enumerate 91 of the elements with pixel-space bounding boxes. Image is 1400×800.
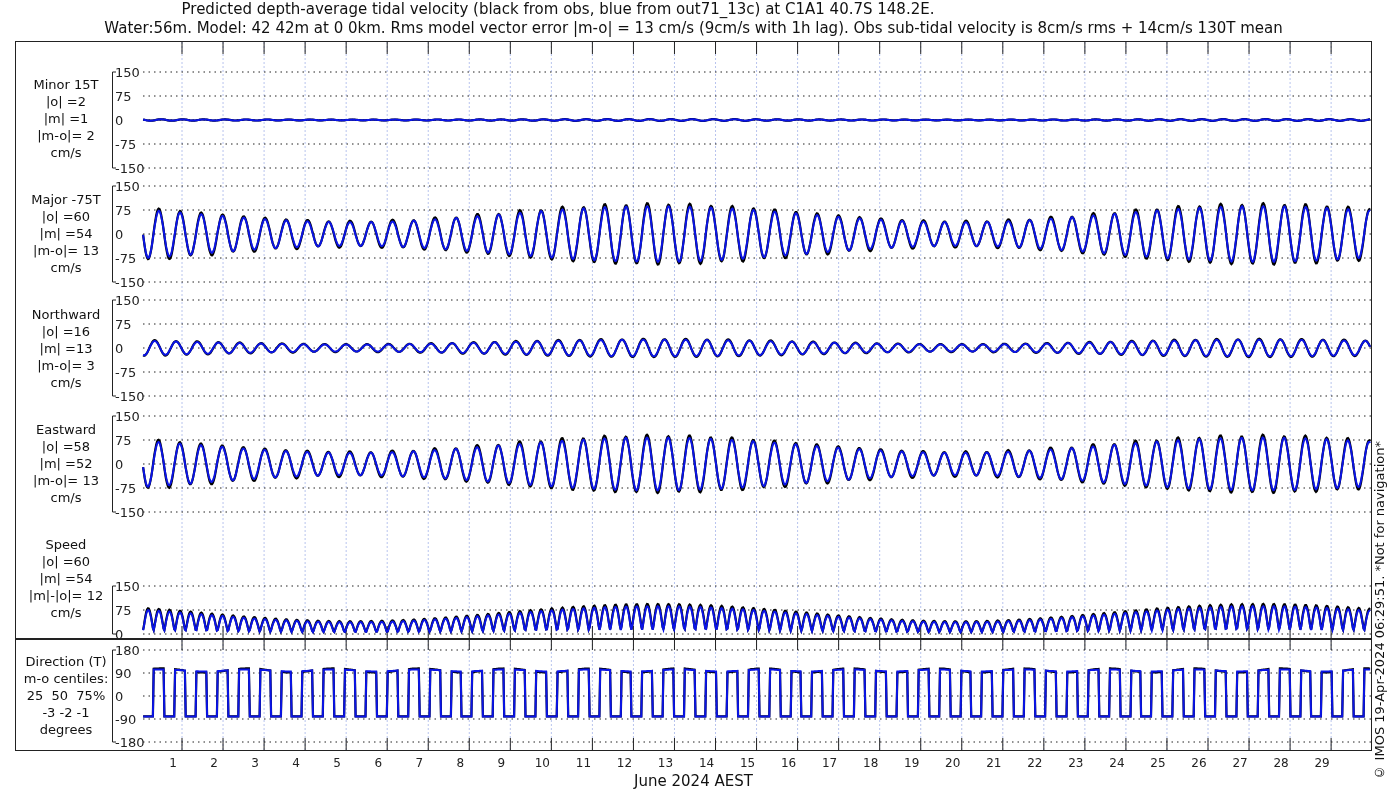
- x-tick-label: 2: [210, 756, 218, 770]
- panel-label: |o| =60: [41, 208, 91, 225]
- panel-label: |m|-|o|= 12: [28, 587, 104, 604]
- y-tick-label: 180: [115, 643, 140, 658]
- y-tick-label: 0: [115, 113, 124, 128]
- y-tick-label: 75: [115, 203, 132, 218]
- x-tick-label: 12: [616, 756, 633, 770]
- x-tick-label: 1: [169, 756, 177, 770]
- x-tick-label: 7: [415, 756, 424, 770]
- y-tick-label: -150: [115, 505, 145, 520]
- x-tick-label: 4: [292, 756, 300, 770]
- panel-label: |m-o|= 2: [37, 127, 95, 144]
- panel-label: |m| =1: [43, 110, 89, 127]
- panel-label: |m-o|= 13: [33, 242, 99, 259]
- panel-label: |o| =60: [41, 553, 91, 570]
- y-tick-label: 150: [115, 579, 140, 594]
- panel-label: 25 50 75%: [26, 686, 106, 704]
- x-tick-label: 8: [456, 756, 465, 770]
- y-tick-label: 0: [115, 457, 124, 472]
- y-tick-label: -75: [115, 251, 137, 266]
- y-axis: [112, 585, 117, 635]
- y-tick-label: -180: [115, 735, 145, 750]
- panel-label: |m| =54: [39, 225, 93, 242]
- panel-label: |o| =58: [41, 438, 91, 455]
- panel-label: cm/s: [50, 374, 82, 391]
- x-tick-label: 9: [497, 756, 506, 770]
- x-tick-label: 25: [1150, 756, 1166, 770]
- chart-title: Predicted depth-average tidal velocity (black from obs, blue from out71_13c) at C1A1 40.7S 148.2E.: [180, 0, 936, 19]
- panel-label: |o| =16: [41, 323, 91, 340]
- x-tick-label: 19: [904, 756, 920, 770]
- y-tick-label: 150: [115, 179, 140, 194]
- y-tick-label: 0: [115, 227, 124, 242]
- x-tick-label: 14: [698, 756, 715, 770]
- panel-label: |m| =13: [39, 340, 93, 357]
- panel-label: |m| =52: [39, 455, 93, 472]
- x-tick-label: 29: [1314, 756, 1330, 770]
- copyright-note: © IMOS 19-Apr-2024 06:29:51. *Not for navigation*: [1372, 441, 1388, 780]
- y-tick-label: 150: [115, 293, 140, 308]
- x-tick-label: 10: [534, 756, 550, 770]
- panel-label: Eastward: [36, 421, 96, 438]
- x-tick-label: 5: [333, 756, 341, 770]
- x-tick-label: 28: [1273, 756, 1289, 770]
- x-tick-label: 15: [739, 756, 756, 770]
- y-tick-label: 150: [115, 65, 140, 80]
- y-tick-label: -150: [115, 275, 145, 290]
- x-tick-label: 22: [1027, 756, 1043, 770]
- y-tick-label: 0: [115, 689, 124, 704]
- y-tick-label: 0: [115, 341, 124, 356]
- y-tick-label: -90: [115, 712, 137, 727]
- panel-label: cm/s: [50, 489, 82, 506]
- panel-label: |m| =54: [39, 570, 93, 587]
- x-tick-label: 6: [374, 756, 382, 770]
- y-tick-label: -150: [115, 389, 145, 404]
- y-tick-label: 75: [115, 89, 132, 104]
- x-tick-label: 26: [1191, 756, 1207, 770]
- y-tick-label: 75: [115, 433, 132, 448]
- y-tick-label: 150: [115, 409, 140, 424]
- panel-label: Minor 15T: [33, 76, 99, 93]
- x-tick-label: 13: [657, 756, 674, 770]
- y-tick-label: -75: [115, 137, 137, 152]
- x-tick-label: 24: [1109, 756, 1125, 770]
- x-tick-label: 17: [822, 756, 838, 770]
- x-tick-label: 16: [780, 756, 797, 770]
- panel-label: Northward: [31, 306, 101, 323]
- panel-label: Major -75T: [31, 191, 101, 208]
- y-tick-label: 90: [115, 666, 132, 681]
- panel-label: degrees: [39, 720, 93, 738]
- panel-label: cm/s: [50, 144, 82, 161]
- chart-title: Water:56m. Model: 42 42m at 0 0km. Rms model vector error |m-o| = 13 cm/s (9cm/s with 1h lag). Obs sub-tidal velocity is 8cm/s rms + 14cm/s 130T mean: [103, 19, 1284, 38]
- x-tick-label: 18: [863, 756, 879, 770]
- x-tick-label: 27: [1232, 756, 1248, 770]
- x-tick-label: 23: [1068, 756, 1084, 770]
- x-axis-label: June 2024 AEST: [632, 773, 754, 789]
- panel-label: cm/s: [50, 604, 82, 621]
- panel-label: -3 -2 -1: [42, 703, 90, 721]
- panel-label: cm/s: [50, 259, 82, 276]
- panel-label: Direction (T): [25, 652, 107, 670]
- y-tick-label: 75: [115, 317, 132, 332]
- panel-label: Speed: [45, 536, 87, 553]
- panel-label: |o| =2: [46, 93, 86, 110]
- x-tick-label: 11: [575, 756, 592, 770]
- y-tick-label: 75: [115, 603, 132, 618]
- y-tick-label: -150: [115, 161, 145, 176]
- x-tick-label: 21: [986, 756, 1002, 770]
- y-tick-label: -75: [115, 365, 137, 380]
- panel-label: |m-o|= 13: [33, 472, 99, 489]
- panel-label: |m-o|= 3: [37, 357, 95, 374]
- panel-label: m-o centiles:: [23, 669, 109, 687]
- x-tick-label: 3: [251, 756, 259, 770]
- x-tick-label: 20: [945, 756, 961, 770]
- y-tick-label: -75: [115, 481, 137, 496]
